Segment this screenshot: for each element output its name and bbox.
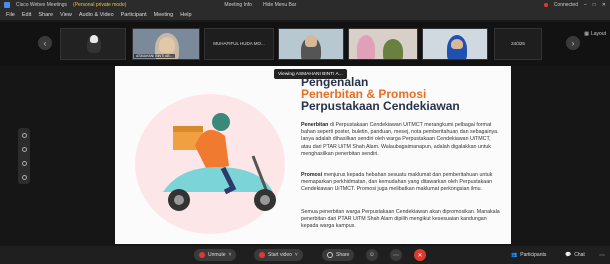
- personal-mode-label: (Personal private mode): [73, 2, 127, 8]
- layout-label: Layout: [590, 31, 606, 37]
- title-bar: Cisco Webex Meetings (Personal private m…: [0, 0, 610, 10]
- slide-paragraph-2: Promosi menjurus kepada hebahan sesuatu …: [301, 172, 501, 194]
- avatar: [305, 35, 317, 47]
- video-off-icon: [259, 252, 265, 258]
- participant-count: 24/325: [511, 41, 525, 46]
- start-video-button[interactable]: Start video ˅: [254, 249, 303, 261]
- chevron-down-icon: ˅: [294, 252, 298, 258]
- minimize-icon[interactable]: –: [584, 2, 587, 8]
- participants-button[interactable]: 👥 Participants: [506, 249, 551, 261]
- paragraph-text: menjurus kepada hebahan sesuatu maklumat…: [301, 172, 493, 193]
- leave-meeting-button[interactable]: ✕: [414, 249, 426, 261]
- participant-tile[interactable]: [348, 28, 418, 60]
- annotation-tools: [18, 128, 30, 184]
- zoom-in-icon[interactable]: [21, 146, 27, 152]
- maximize-icon[interactable]: □: [593, 2, 596, 8]
- shared-content-area: Pengenalan Penerbitan & Promosi Perpusta…: [0, 66, 610, 246]
- menu-file[interactable]: File: [6, 12, 15, 18]
- delivery-scooter-illustration: [163, 113, 276, 211]
- reactions-button[interactable]: ☺: [366, 249, 378, 261]
- menu-meeting[interactable]: Meeting: [154, 12, 174, 18]
- participant-tile[interactable]: [278, 28, 344, 60]
- share-button[interactable]: Share: [322, 249, 355, 261]
- connection-status[interactable]: Connected: [554, 2, 578, 8]
- avatar: [383, 39, 403, 59]
- more-options-button[interactable]: ⋯: [390, 249, 402, 261]
- menu-participant[interactable]: Participant: [121, 12, 147, 18]
- participant-count-tile[interactable]: 24/325: [494, 28, 542, 60]
- participant-tile[interactable]: [422, 28, 488, 60]
- chevron-down-icon: ˅: [228, 252, 232, 258]
- chat-label: Chat: [574, 252, 585, 258]
- menu-help[interactable]: Help: [180, 12, 191, 18]
- participant-strip: ‹ ASMAHANI BINTI AB... MUHAFIFUL HUDA MO…: [0, 22, 610, 66]
- participants-icon: 👥: [511, 252, 518, 258]
- participant-tile[interactable]: ASMAHANI BINTI AB...: [132, 28, 200, 60]
- share-label: Share: [336, 252, 350, 258]
- close-icon[interactable]: ✕: [602, 2, 606, 8]
- unmute-button[interactable]: Unmute ˅: [194, 249, 237, 261]
- unmute-label: Unmute: [208, 252, 226, 258]
- meeting-toolbar: Unmute ˅ Start video ˅ Share ☺ ⋯ ✕ 👥 Par…: [0, 246, 610, 264]
- slide-paragraph-3: Semua penerbitan warga Perpustakaan Cend…: [301, 209, 500, 230]
- fit-icon[interactable]: [21, 174, 27, 180]
- shared-slide: Pengenalan Penerbitan & Promosi Perpusta…: [115, 66, 511, 244]
- chat-button[interactable]: 💬 Chat: [560, 249, 590, 261]
- participant-tile[interactable]: MUHAFIFUL HUDA MO...: [204, 28, 274, 60]
- paragraph-keyword: Penerbitan: [301, 122, 329, 128]
- layout-button[interactable]: ▦ Layout: [584, 31, 606, 37]
- avatar: [159, 37, 175, 53]
- chat-icon: 💬: [565, 252, 572, 258]
- scroll-left-icon[interactable]: ‹: [38, 36, 52, 50]
- menu-edit[interactable]: Edit: [22, 12, 31, 18]
- paragraph-keyword: Promosi: [301, 172, 323, 178]
- menu-view[interactable]: View: [60, 12, 72, 18]
- paragraph-text: di Perpustakaan Cendekiawan UiTMCT meran…: [301, 122, 499, 157]
- participant-name: MUHAFIFUL HUDA MO...: [213, 41, 265, 46]
- mic-muted-icon: [199, 252, 205, 258]
- hide-menu-bar-button[interactable]: Hide Menu Bar: [263, 2, 296, 8]
- avatar: [90, 35, 98, 43]
- participant-tile[interactable]: [60, 28, 126, 60]
- app-title: Cisco Webex Meetings: [16, 2, 68, 8]
- participant-name: ASMAHANI BINTI AB...: [134, 54, 175, 58]
- menu-share[interactable]: Share: [38, 12, 53, 18]
- slide-paragraph-1: Penerbitan di Perpustakaan Cendekiawan U…: [301, 122, 501, 158]
- meeting-info-button[interactable]: Meeting Info: [224, 2, 252, 8]
- more-panels-button[interactable]: ⋯: [596, 249, 608, 261]
- avatar: [451, 39, 463, 49]
- layout-icon: ▦: [584, 31, 589, 37]
- pointer-icon[interactable]: [21, 132, 27, 138]
- avatar: [357, 35, 375, 59]
- menu-bar: File Edit Share View Audio & Video Parti…: [0, 10, 610, 20]
- viewing-label: Viewing ASMAHANI BINTI A...: [274, 69, 347, 79]
- start-video-label: Start video: [268, 252, 292, 258]
- connected-status-icon: [543, 3, 548, 7]
- share-icon: [327, 252, 333, 258]
- slide-title-line3: Perpustakaan Cendekiawan: [301, 99, 460, 113]
- participants-label: Participants: [520, 252, 547, 258]
- zoom-out-icon[interactable]: [21, 160, 27, 166]
- scroll-right-icon[interactable]: ›: [566, 36, 580, 50]
- webex-logo-icon: [4, 2, 10, 8]
- menu-audio-video[interactable]: Audio & Video: [79, 12, 114, 18]
